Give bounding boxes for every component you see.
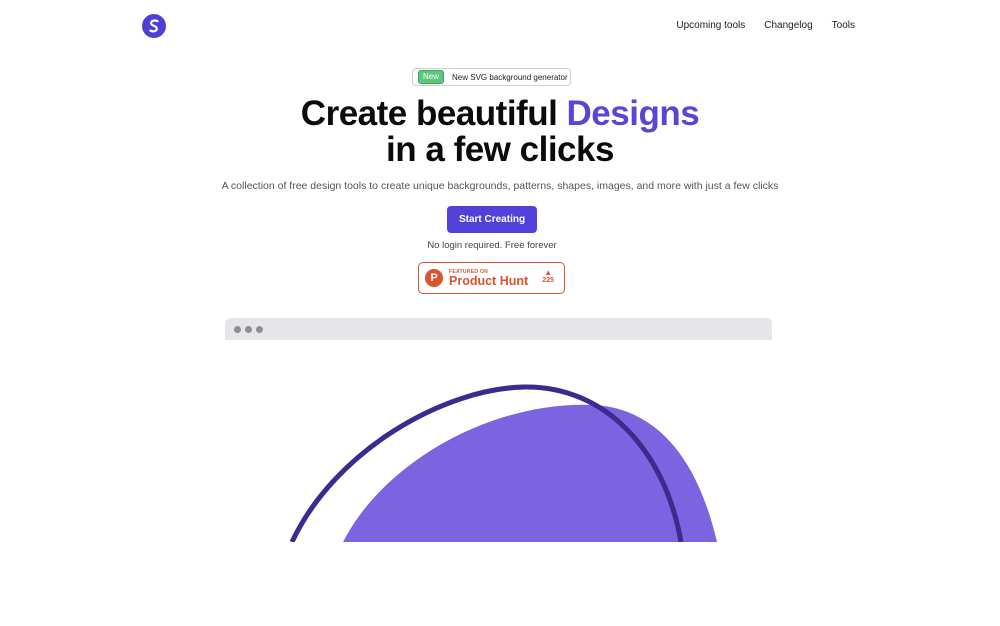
vote-count: 225: [542, 277, 554, 284]
upvote-count: ▲ 225: [542, 268, 554, 284]
top-nav: Upcoming tools Changelog Tools: [676, 20, 855, 31]
product-hunt-icon: P: [425, 269, 443, 287]
nav-upcoming-tools[interactable]: Upcoming tools: [676, 20, 745, 31]
blob-artwork: [289, 384, 717, 542]
nav-tools[interactable]: Tools: [832, 20, 855, 31]
nav-changelog[interactable]: Changelog: [764, 20, 812, 31]
browser-window-bar: [225, 318, 772, 340]
headline-accent: Designs: [566, 94, 700, 133]
window-dot-icon: [245, 326, 252, 333]
logo-icon[interactable]: [142, 14, 166, 38]
product-hunt-text: FEATURED ON Product Hunt: [449, 269, 528, 288]
announcement-text: New SVG background generator: [452, 72, 568, 82]
headline-part1: Create beautiful: [300, 94, 567, 133]
window-dot-icon: [234, 326, 241, 333]
page-title: Create beautiful Designs in a few clicks: [0, 96, 1000, 168]
window-dot-icon: [256, 326, 263, 333]
product-hunt-badge[interactable]: P FEATURED ON Product Hunt ▲ 225: [418, 262, 565, 294]
product-hunt-name: Product Hunt: [449, 273, 529, 288]
start-creating-button[interactable]: Start Creating: [447, 206, 537, 233]
new-tag: New: [418, 70, 445, 84]
no-login-note: No login required. Free forever: [427, 240, 557, 251]
upvote-arrow-icon: ▲: [544, 268, 553, 277]
announcement-badge[interactable]: New New SVG background generator: [412, 68, 571, 86]
hero-subtitle: A collection of free design tools to cre…: [221, 180, 779, 192]
page: Upcoming tools Changelog Tools New New S…: [0, 0, 1000, 626]
headline-line2: in a few clicks: [386, 130, 614, 169]
